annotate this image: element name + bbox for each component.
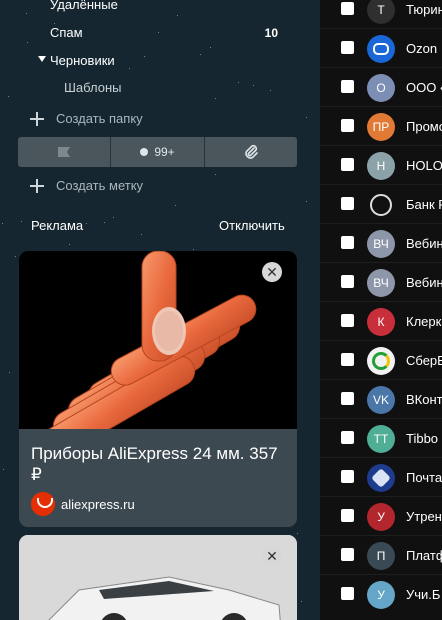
mail-checkbox[interactable] (341, 197, 354, 210)
ad-source[interactable]: aliexpress.ru (31, 492, 135, 516)
mail-checkbox[interactable] (341, 41, 354, 54)
bank-logo-icon (367, 191, 395, 219)
sender-avatar: У (367, 581, 395, 609)
mail-row[interactable]: Н HOLO (320, 145, 442, 184)
mail-row[interactable]: У Утрен (320, 496, 442, 535)
mail-sender: Tibbo (406, 431, 439, 446)
mail-checkbox[interactable] (341, 587, 354, 600)
mail-checkbox[interactable] (341, 470, 354, 483)
sender-avatar: ПР (367, 113, 395, 141)
labels-bar: 99+ (18, 137, 297, 167)
close-ad-button[interactable]: ✕ (262, 262, 282, 282)
sidebar: Удалённые Спам 10 Черновики Шаблоны Созд… (0, 0, 320, 620)
folder-drafts[interactable]: Черновики (50, 53, 115, 68)
sender-avatar: VK (367, 386, 395, 414)
mail-row[interactable]: TT Tibbo (320, 418, 442, 457)
mail-checkbox[interactable] (341, 119, 354, 132)
mail-sender: ВКонт (406, 392, 442, 407)
mail-sender: HOLO (406, 158, 442, 173)
mail-row[interactable]: Банк Р (320, 184, 442, 223)
sber-logo-icon (367, 347, 395, 375)
sender-avatar: TT (367, 425, 395, 453)
sender-avatar: ВЧ (367, 269, 395, 297)
mail-row[interactable]: К Клерк (320, 301, 442, 340)
folder-templates[interactable]: Шаблоны (64, 80, 122, 95)
sender-avatar: ВЧ (367, 230, 395, 258)
mail-sender: Тюрин (406, 2, 442, 17)
spam-count-badge: 10 (264, 26, 278, 40)
unread-dot-icon (140, 148, 149, 156)
mail-row[interactable]: Ozon (320, 28, 442, 67)
plus-icon (30, 111, 44, 126)
mail-sender: Утрен (406, 509, 442, 524)
mail-sender: Почта (406, 470, 442, 485)
unread-count: 99+ (154, 145, 175, 159)
create-label-button[interactable]: Создать метку (30, 178, 143, 193)
mail-sender: Вебин (406, 236, 442, 251)
mail-checkbox[interactable] (341, 509, 354, 522)
create-label-label: Создать метку (56, 178, 144, 193)
message-list: T Тюрин Ozon О ООО « ПР Промо Н HOLO Банк Р ВЧ Веби… (320, 0, 442, 620)
mail-row[interactable]: ПР Промо (320, 106, 442, 145)
mail-checkbox[interactable] (341, 275, 354, 288)
mail-sender: Клерк (406, 314, 442, 329)
mail-checkbox[interactable] (341, 353, 354, 366)
create-folder-label: Создать папку (56, 111, 143, 126)
paperclip-icon (245, 144, 258, 159)
mail-sender: СберБ (406, 353, 442, 368)
sender-avatar: О (367, 74, 395, 102)
disable-ads-link[interactable]: Отключить (219, 218, 285, 233)
close-ad-2-button[interactable]: ✕ (262, 546, 282, 566)
mail-row[interactable]: П Платф (320, 535, 442, 574)
mail-checkbox[interactable] (341, 236, 354, 249)
mail-row[interactable]: VK ВКонт (320, 379, 442, 418)
ad-card[interactable]: ✕ Приборы AliExpress 24 мм. 357 ₽ aliexp… (19, 251, 297, 527)
ad-card-2[interactable]: ✕ (19, 535, 297, 620)
mail-row[interactable]: СберБ (320, 340, 442, 379)
sender-avatar: П (367, 542, 395, 570)
sender-avatar: У (367, 503, 395, 531)
mail-sender: Ozon (406, 41, 438, 56)
mail-checkbox[interactable] (341, 392, 354, 405)
ozon-logo-icon (367, 35, 395, 63)
mail-sender: Учи.Б (406, 587, 441, 602)
ad-image-2 (19, 535, 297, 620)
mail-sender: ООО « (406, 80, 442, 95)
aliexpress-logo-icon (31, 492, 55, 516)
sender-avatar: T (367, 0, 395, 24)
folder-spam[interactable]: Спам (50, 25, 83, 40)
mail-sender: Банк Р (406, 197, 442, 212)
sender-avatar: К (367, 308, 395, 336)
plus-icon (30, 178, 44, 193)
mail-checkbox[interactable] (341, 431, 354, 444)
post-logo-icon (367, 464, 395, 492)
attachments-filter-button[interactable] (203, 137, 297, 167)
flag-icon (58, 147, 71, 157)
mail-row[interactable]: T Тюрин (320, 0, 442, 28)
mail-checkbox[interactable] (341, 80, 354, 93)
chevron-down-icon[interactable] (38, 56, 46, 62)
sender-avatar: Н (367, 152, 395, 180)
mail-sender: Промо (406, 119, 442, 134)
mail-sender: Платф (406, 548, 442, 563)
mail-checkbox[interactable] (341, 158, 354, 171)
create-folder-button[interactable]: Создать папку (30, 111, 143, 126)
ads-header: Реклама (31, 218, 84, 233)
mail-sender: Вебин (406, 275, 442, 290)
ad-title[interactable]: Приборы AliExpress 24 мм. 357 ₽ (31, 443, 289, 485)
mail-row[interactable]: У Учи.Б (320, 574, 442, 613)
ad-source-domain: aliexpress.ru (61, 496, 135, 512)
mail-checkbox[interactable] (341, 548, 354, 561)
mail-checkbox[interactable] (341, 314, 354, 327)
mail-row[interactable]: ВЧ Вебин (320, 223, 442, 262)
mail-row[interactable]: О ООО « (320, 67, 442, 106)
mail-row[interactable]: ВЧ Вебин (320, 262, 442, 301)
flagged-filter-button[interactable] (18, 137, 111, 167)
unread-filter-button[interactable]: 99+ (110, 137, 204, 167)
folder-deleted[interactable]: Удалённые (50, 0, 118, 12)
mail-checkbox[interactable] (341, 2, 354, 15)
mail-row[interactable]: Почта (320, 457, 442, 496)
ad-image (19, 251, 297, 457)
